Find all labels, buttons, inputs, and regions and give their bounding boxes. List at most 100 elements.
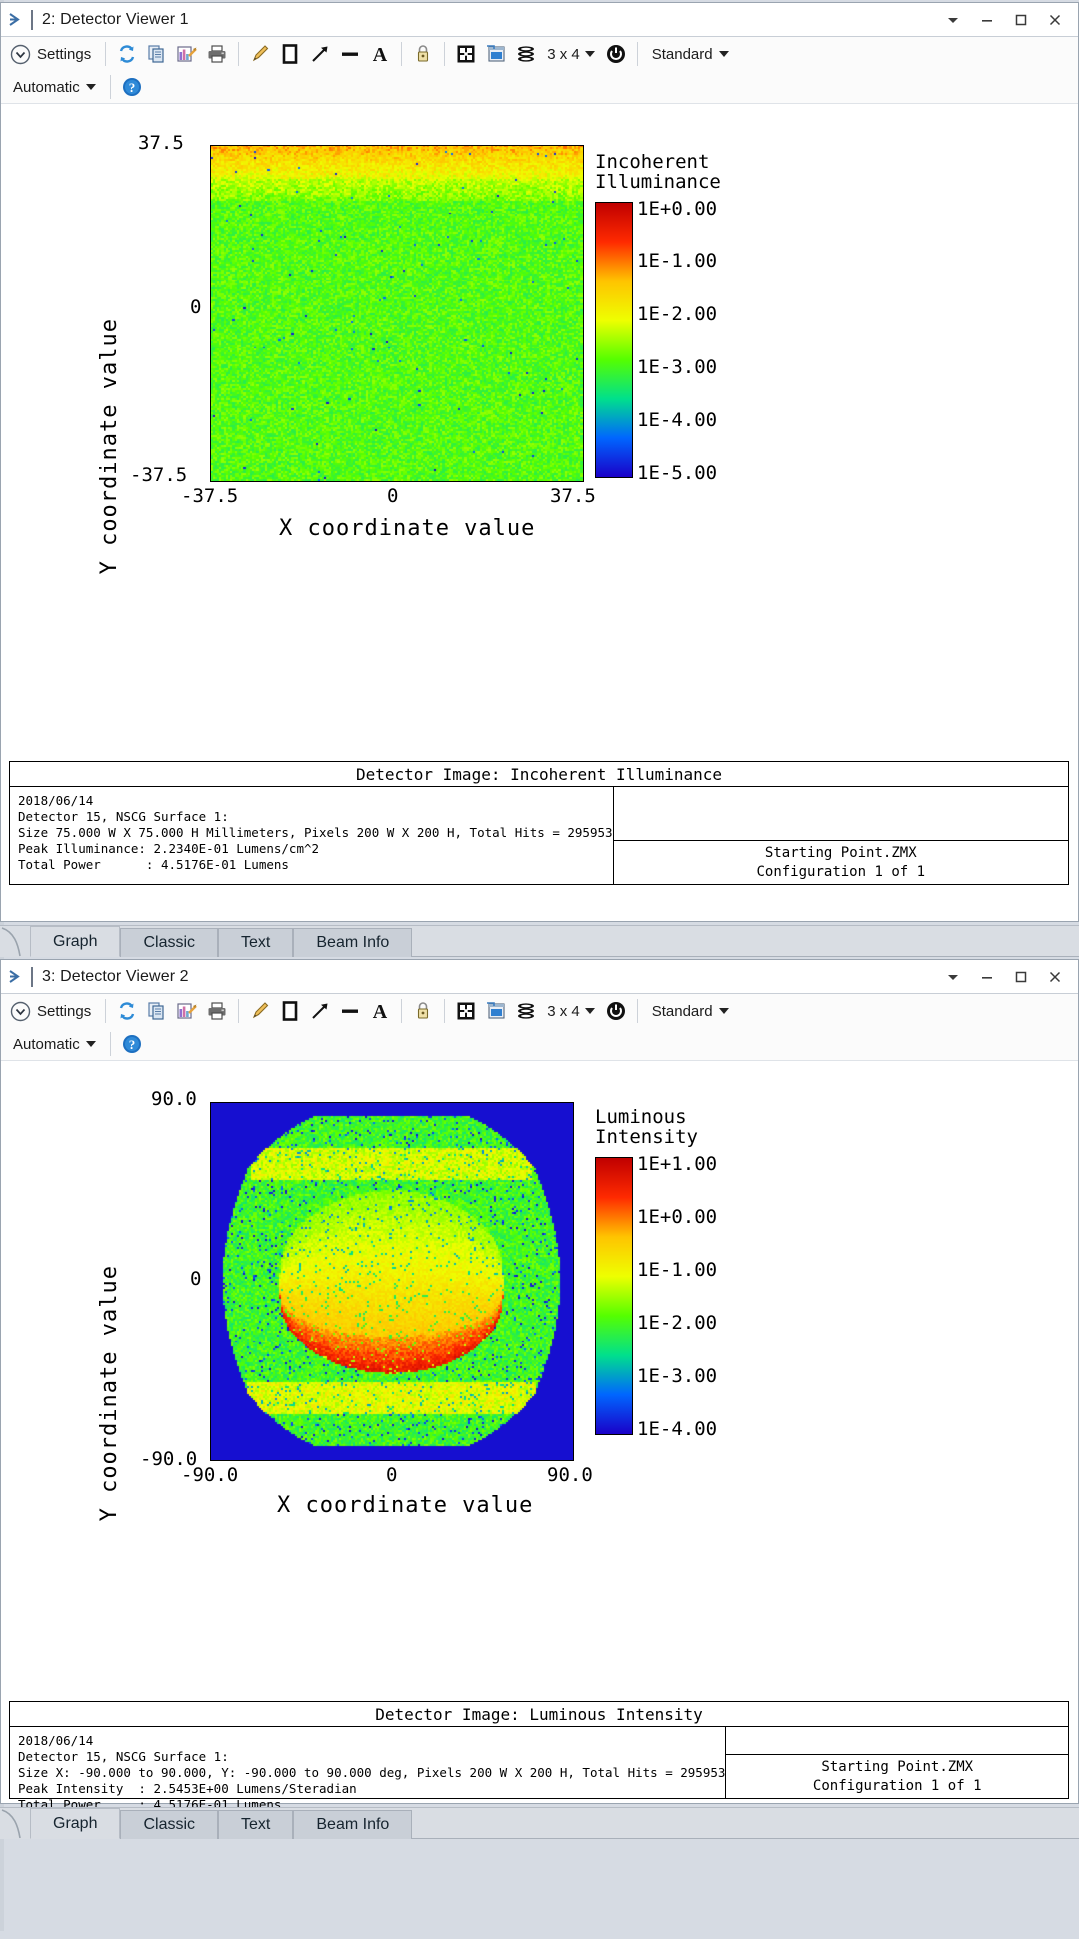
- tab-graph-2[interactable]: Graph: [30, 1808, 120, 1839]
- grid-icon[interactable]: [451, 996, 481, 1026]
- maximize-icon[interactable]: [1004, 3, 1038, 36]
- toolbar-divider: [637, 999, 638, 1023]
- minimize-icon[interactable]: [970, 960, 1004, 993]
- scale-dropdown[interactable]: Automatic: [5, 1036, 104, 1053]
- style-dropdown[interactable]: Standard: [644, 1003, 737, 1020]
- window-overlay-icon[interactable]: [481, 996, 511, 1026]
- bottom-edge-strip: [0, 1931, 1079, 1939]
- reset-icon[interactable]: [601, 39, 631, 69]
- title-divider: [31, 967, 33, 987]
- settings-button[interactable]: Settings: [5, 40, 99, 68]
- text-icon[interactable]: A: [365, 39, 395, 69]
- toolbar-divider: [105, 42, 106, 66]
- y-tick-max: 90.0: [151, 1088, 197, 1110]
- print-icon[interactable]: [202, 39, 232, 69]
- scale-value: Automatic: [13, 1036, 80, 1053]
- tab-beam-info-1[interactable]: Beam Info: [293, 928, 412, 957]
- colorbar-incoherent-illuminance: [595, 202, 633, 478]
- x-axis-label: X coordinate value: [277, 1493, 533, 1518]
- tab-text-2[interactable]: Text: [218, 1810, 293, 1839]
- grid-size-dropdown[interactable]: 3 x 4: [541, 46, 601, 63]
- plot-area-1: Y coordinate value 37.5 0 -37.5 -37.5 0 …: [1, 104, 1078, 623]
- toolbar-row-secondary-2: Automatic ?: [1, 1028, 1078, 1060]
- info-right-1: Starting Point.ZMX Configuration 1 of 1: [614, 787, 1068, 885]
- tab-text-1[interactable]: Text: [218, 928, 293, 957]
- copy-icon[interactable]: [142, 996, 172, 1026]
- info-body-1: 2018/06/14 Detector 15, NSCG Surface 1: …: [10, 787, 1068, 885]
- pencil-icon[interactable]: [245, 39, 275, 69]
- heatmap-canvas-luminous-intensity[interactable]: [210, 1102, 574, 1461]
- pencil-icon[interactable]: [245, 996, 275, 1026]
- help-icon[interactable]: ?: [117, 72, 147, 102]
- help-icon[interactable]: ?: [117, 1029, 147, 1059]
- print-icon[interactable]: [202, 996, 232, 1026]
- layers-icon[interactable]: [511, 996, 541, 1026]
- arrow-icon[interactable]: [305, 996, 335, 1026]
- close-icon[interactable]: [1038, 960, 1072, 993]
- toolbar-divider: [637, 42, 638, 66]
- tab-classic-2[interactable]: Classic: [120, 1810, 218, 1839]
- tab-label: Classic: [143, 1816, 195, 1834]
- grid-size-dropdown[interactable]: 3 x 4: [541, 1003, 601, 1020]
- save-chart-icon[interactable]: [172, 996, 202, 1026]
- titlebar-1[interactable]: 2: Detector Viewer 1: [1, 3, 1078, 37]
- window-restore-icon: [1, 3, 31, 36]
- colorbar-tick-1: 1E-1.00: [637, 250, 717, 272]
- detector-viewer-app: 2: Detector Viewer 1 Settings A 3 x 4 St…: [0, 0, 1079, 1939]
- toolbar-row-primary-2: Settings A 3 x 4 Standard: [1, 994, 1078, 1028]
- scale-dropdown[interactable]: Automatic: [5, 79, 104, 96]
- x-tick-min: -37.5: [181, 485, 238, 507]
- x-axis-label: X coordinate value: [279, 516, 535, 541]
- info-details-1: 2018/06/14 Detector 15, NSCG Surface 1: …: [18, 793, 613, 873]
- text-icon[interactable]: A: [365, 996, 395, 1026]
- detector-info-block-2: Detector Image: Luminous Intensity 2018/…: [9, 1701, 1069, 1799]
- tab-beam-info-2[interactable]: Beam Info: [293, 1810, 412, 1839]
- style-value: Standard: [652, 1003, 713, 1020]
- toolbar-divider: [444, 42, 445, 66]
- window-overlay-icon[interactable]: [481, 39, 511, 69]
- lock-icon[interactable]: [408, 996, 438, 1026]
- style-dropdown[interactable]: Standard: [644, 46, 737, 63]
- chevron-down-icon[interactable]: [936, 960, 970, 993]
- close-icon[interactable]: [1038, 3, 1072, 36]
- arrow-icon[interactable]: [305, 39, 335, 69]
- layers-icon[interactable]: [511, 39, 541, 69]
- maximize-icon[interactable]: [1004, 960, 1038, 993]
- chevron-down-icon[interactable]: [936, 3, 970, 36]
- refresh-icon[interactable]: [112, 39, 142, 69]
- heatmap-canvas-incoherent-illuminance[interactable]: [210, 145, 584, 482]
- reset-icon[interactable]: [601, 996, 631, 1026]
- line-icon[interactable]: [335, 39, 365, 69]
- lock-icon[interactable]: [408, 39, 438, 69]
- title-divider: [31, 10, 33, 30]
- grid-icon[interactable]: [451, 39, 481, 69]
- copy-icon[interactable]: [142, 39, 172, 69]
- settings-label: Settings: [37, 1003, 91, 1020]
- toolbar-divider: [401, 42, 402, 66]
- tab-classic-1[interactable]: Classic: [120, 928, 218, 957]
- save-chart-icon[interactable]: [172, 39, 202, 69]
- y-axis-label: Y coordinate value: [97, 318, 122, 574]
- window-controls-1: [936, 3, 1072, 36]
- tabbar-2: Graph Classic Text Beam Info: [0, 1807, 1079, 1839]
- minimize-icon[interactable]: [970, 3, 1004, 36]
- toolbar-divider: [238, 42, 239, 66]
- grid-size-value: 3 x 4: [547, 46, 580, 63]
- rectangle-icon[interactable]: [275, 996, 305, 1026]
- colorbar-tick-5: 1E-4.00: [637, 1418, 717, 1440]
- x-tick-max: 37.5: [550, 485, 596, 507]
- tab-label: Graph: [53, 933, 97, 951]
- line-icon[interactable]: [335, 996, 365, 1026]
- svg-text:?: ?: [128, 80, 135, 95]
- titlebar-2[interactable]: 3: Detector Viewer 2: [1, 960, 1078, 994]
- colorbar-tick-3: 1E-2.00: [637, 1312, 717, 1334]
- refresh-icon[interactable]: [112, 996, 142, 1026]
- toolbar-divider: [401, 999, 402, 1023]
- settings-button[interactable]: Settings: [5, 997, 99, 1025]
- chevron-circle-icon: [10, 1001, 31, 1022]
- rectangle-icon[interactable]: [275, 39, 305, 69]
- info-file-name-1: Starting Point.ZMX: [765, 844, 917, 863]
- info-file-name-2: Starting Point.ZMX: [821, 1758, 973, 1777]
- tab-graph-1[interactable]: Graph: [30, 926, 120, 957]
- toolbar-divider: [444, 999, 445, 1023]
